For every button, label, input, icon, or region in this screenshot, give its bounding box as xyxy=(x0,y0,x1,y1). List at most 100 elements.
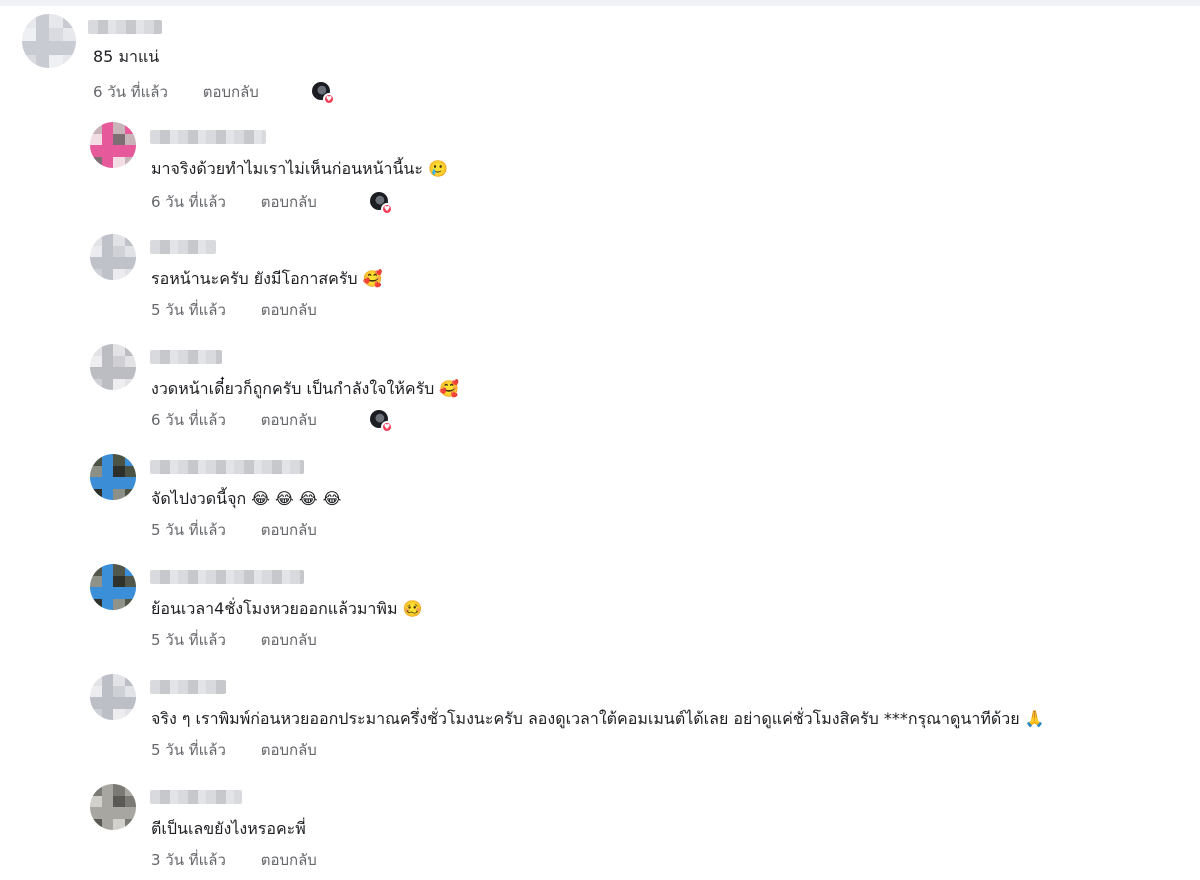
avatar-pixel xyxy=(90,697,102,709)
comment-meta: 5 วัน ที่แล้ว ตอบกลับ xyxy=(151,520,317,540)
avatar-pixel xyxy=(22,27,36,41)
emoji: 🥴 xyxy=(402,599,423,618)
comment-text: จัดไปงวดนี้จุก 😂 😂 😂 😂 xyxy=(151,488,341,510)
reply-item: จริง ๆ เราพิมพ์ก่อนหวยออกประมาณครึ่งชั่ว… xyxy=(0,668,1190,768)
avatar-pixel xyxy=(124,598,136,610)
avatar-pixel xyxy=(90,674,102,686)
avatar-pixel xyxy=(113,268,125,280)
author-reaction-icon[interactable]: ♥ xyxy=(312,82,335,105)
comment-text: จริง ๆ เราพิมพ์ก่อนหวยออกประมาณครึ่งชั่ว… xyxy=(151,708,1045,730)
avatar-pixel xyxy=(124,367,136,379)
commenter-name-blurred[interactable] xyxy=(88,20,162,34)
avatar-pixel xyxy=(113,685,125,697)
avatar-pixel xyxy=(113,257,125,269)
avatar-pixel xyxy=(101,344,113,356)
reply-button[interactable]: ตอบกลับ xyxy=(203,82,259,102)
avatar-pixel xyxy=(90,795,102,807)
avatar-pixel xyxy=(101,795,113,807)
avatar-pixel xyxy=(113,465,125,477)
avatar[interactable] xyxy=(90,344,136,390)
comment-text-body: ย้อนเวลา4ชั่งโมงหวยออกแล้วมาพิม xyxy=(151,599,398,618)
avatar[interactable] xyxy=(90,784,136,830)
avatar[interactable] xyxy=(90,234,136,280)
author-reaction-icon[interactable]: ♥ xyxy=(370,192,393,215)
commenter-name-blurred[interactable] xyxy=(150,570,304,584)
comment-timestamp[interactable]: 6 วัน ที่แล้ว xyxy=(151,410,226,430)
avatar-pixel xyxy=(124,156,136,168)
avatar-pixel xyxy=(22,54,36,68)
reply-button[interactable]: ตอบกลับ xyxy=(261,520,317,540)
avatar-pixel xyxy=(113,344,125,356)
avatar-pixel xyxy=(113,477,125,489)
avatar-pixel xyxy=(101,367,113,379)
avatar-pixel xyxy=(124,784,136,796)
reply-button[interactable]: ตอบกลับ xyxy=(261,740,317,760)
reply-button[interactable]: ตอบกลับ xyxy=(261,192,317,212)
comment-timestamp[interactable]: 5 วัน ที่แล้ว xyxy=(151,520,226,540)
comment-timestamp[interactable]: 3 วัน ที่แล้ว xyxy=(151,850,226,870)
avatar-pixel xyxy=(113,156,125,168)
reply-button[interactable]: ตอบกลับ xyxy=(261,630,317,650)
avatar-pixel xyxy=(90,145,102,157)
commenter-name-blurred[interactable] xyxy=(150,680,226,694)
comment-timestamp[interactable]: 5 วัน ที่แล้ว xyxy=(151,740,226,760)
avatar-pixel xyxy=(90,156,102,168)
heart-icon: ♥ xyxy=(323,93,335,105)
comment-timestamp[interactable]: 5 วัน ที่แล้ว xyxy=(151,630,226,650)
avatar[interactable] xyxy=(90,122,136,168)
avatar-pixel xyxy=(124,477,136,489)
avatar[interactable] xyxy=(22,14,76,68)
reply-item: รอหน้านะครับ ยังมีโอกาสครับ 🥰 5 วัน ที่แ… xyxy=(0,228,1190,328)
reply-item: ย้อนเวลา4ชั่งโมงหวยออกแล้วมาพิม 🥴 5 วัน … xyxy=(0,558,1190,658)
comment-timestamp[interactable]: 5 วัน ที่แล้ว xyxy=(151,300,226,320)
avatar-pixel xyxy=(90,234,102,246)
avatar-pixel xyxy=(90,488,102,500)
avatar-pixel xyxy=(90,818,102,830)
avatar-pixel xyxy=(113,587,125,599)
comment-text: งวดหน้าเดี๋ยวก็ถูกครับ เป็นกำลังใจให้ครั… xyxy=(151,378,459,400)
avatar-pixel xyxy=(62,54,76,68)
avatar-pixel xyxy=(90,122,102,134)
reply-button[interactable]: ตอบกลับ xyxy=(261,850,317,870)
avatar-pixel xyxy=(90,378,102,390)
avatar-pixel xyxy=(101,587,113,599)
commenter-name-blurred[interactable] xyxy=(150,790,242,804)
avatar-pixel xyxy=(124,795,136,807)
avatar[interactable] xyxy=(90,674,136,720)
avatar-pixel xyxy=(35,14,49,28)
avatar-pixel xyxy=(101,488,113,500)
commenter-name-blurred[interactable] xyxy=(150,130,266,144)
avatar-pixel xyxy=(90,685,102,697)
avatar-pixel xyxy=(113,818,125,830)
comment-timestamp[interactable]: 6 วัน ที่แล้ว xyxy=(151,192,226,212)
avatar-pixel xyxy=(49,27,63,41)
avatar-pixel xyxy=(124,807,136,819)
commenter-name-blurred[interactable] xyxy=(150,460,304,474)
avatar-pixel xyxy=(90,367,102,379)
avatar-pixel xyxy=(124,245,136,257)
avatar-pixel xyxy=(22,41,36,55)
avatar-pixel xyxy=(62,27,76,41)
comment-meta: 6 วัน ที่แล้ว ตอบกลับ xyxy=(151,192,317,212)
commenter-name-blurred[interactable] xyxy=(150,350,222,364)
avatar-pixel xyxy=(35,41,49,55)
avatar-pixel xyxy=(90,344,102,356)
avatar[interactable] xyxy=(90,454,136,500)
reply-button[interactable]: ตอบกลับ xyxy=(261,300,317,320)
avatar-pixel xyxy=(62,41,76,55)
avatar-pixel xyxy=(124,674,136,686)
avatar-pixel xyxy=(62,14,76,28)
emoji: 🥰 xyxy=(362,269,383,288)
commenter-name-blurred[interactable] xyxy=(150,240,216,254)
avatar-pixel xyxy=(101,697,113,709)
comment-timestamp[interactable]: 6 วัน ที่แล้ว xyxy=(93,82,168,102)
avatar-pixel xyxy=(101,575,113,587)
emoji: 🙏 xyxy=(1024,709,1045,728)
avatar[interactable] xyxy=(90,564,136,610)
reply-button[interactable]: ตอบกลับ xyxy=(261,410,317,430)
author-reaction-icon[interactable]: ♥ xyxy=(370,410,393,433)
avatar-pixel xyxy=(101,145,113,157)
avatar-pixel xyxy=(49,54,63,68)
avatar-pixel xyxy=(124,587,136,599)
avatar-pixel xyxy=(113,807,125,819)
